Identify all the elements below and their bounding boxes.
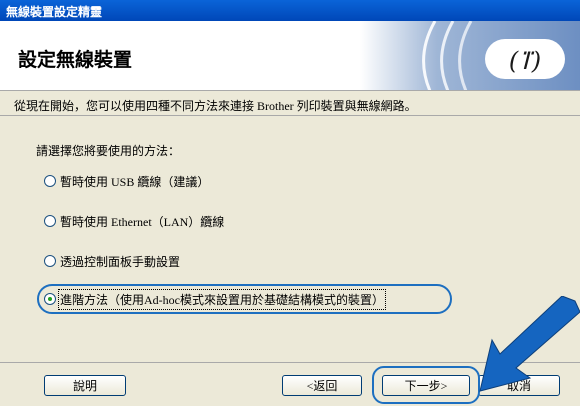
option-control-panel-label: 透過控制面板手動設置 (60, 254, 181, 269)
help-button[interactable]: 說明 (44, 375, 126, 396)
svg-text:(ⴶ): (ⴶ) (509, 47, 541, 75)
wireless-banner-icon: (ⴶ) (360, 21, 580, 90)
footer-divider (0, 362, 580, 363)
header-divider (0, 115, 580, 116)
radio-control-panel[interactable] (44, 255, 56, 267)
option-ethernet-cable-label: 暫時使用 Ethernet（LAN）纜線 (60, 214, 225, 229)
method-prompt: 請選擇您將要使用的方法： (36, 144, 181, 158)
cancel-button[interactable]: 取消 (478, 375, 560, 396)
back-button[interactable]: <返回 (282, 375, 362, 396)
radio-usb-cable[interactable] (44, 175, 56, 187)
radio-ethernet-cable[interactable] (44, 215, 56, 227)
next-button[interactable]: 下一步> (382, 375, 470, 396)
page-title: 設定無線裝置 (18, 49, 133, 71)
option-control-panel[interactable]: 透過控制面板手動設置 (44, 252, 180, 270)
title-bar: 無線裝置設定精靈 (0, 0, 580, 21)
option-usb-cable[interactable]: 暫時使用 USB 纜線（建議） (44, 172, 209, 190)
radio-advanced-adhoc[interactable] (44, 293, 56, 305)
option-advanced-adhoc-label: 進階方法（使用Ad-hoc模式來設置用於基礎結構模式的裝置） (58, 288, 386, 310)
wizard-header: 設定無線裝置 (ⴶ) (0, 21, 580, 91)
option-advanced-adhoc[interactable]: 進階方法（使用Ad-hoc模式來設置用於基礎結構模式的裝置） (44, 288, 386, 310)
window-title: 無線裝置設定精靈 (6, 5, 103, 19)
option-ethernet-cable[interactable]: 暫時使用 Ethernet（LAN）纜線 (44, 212, 224, 230)
option-usb-cable-label: 暫時使用 USB 纜線（建議） (60, 174, 210, 189)
intro-text: 從現在開始，您可以使用四種不同方法來連接 Brother 列印裝置與無線網路。 (14, 99, 417, 113)
method-selection-panel: 請選擇您將要使用的方法： 暫時使用 USB 纜線（建議） 暫時使用 Ethern… (14, 124, 566, 348)
wizard-window: 無線裝置設定精靈 設定無線裝置 (ⴶ) 從現在開始，您可以使用四種不同方法來連接… (0, 0, 580, 406)
